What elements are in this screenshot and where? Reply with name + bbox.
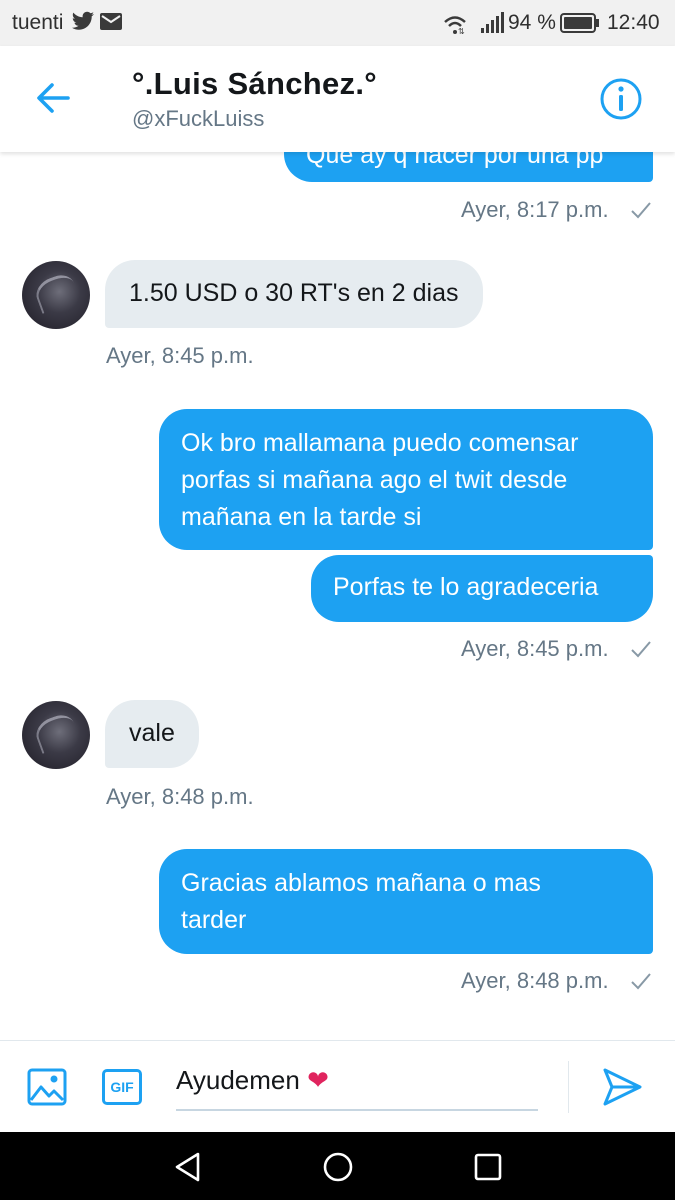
message-line: tarder: [181, 906, 247, 934]
message-timestamp: Ayer, 8:45 p.m.: [106, 343, 254, 368]
message-text: vale: [129, 719, 175, 747]
gif-icon: GIF: [110, 1079, 134, 1095]
avatar[interactable]: [22, 701, 90, 769]
info-icon: [600, 78, 642, 120]
message-line: porfas si mañana ago el twit desde: [181, 466, 568, 494]
gif-button[interactable]: GIF: [102, 1069, 142, 1105]
back-arrow-icon: [37, 83, 70, 113]
message-line: Ok bro mallamana puedo comensar: [181, 429, 579, 457]
nav-home-icon[interactable]: [320, 1149, 356, 1185]
message-line: Gracias ablamos mañana o mas: [181, 869, 541, 897]
message-text: Que ay q hacer por una pp: [306, 152, 604, 169]
carrier-label: tuenti: [12, 11, 64, 34]
message-bubble-incoming[interactable]: vale: [105, 700, 199, 768]
check-icon: [631, 202, 651, 219]
message-input[interactable]: Ayudemen ❤: [176, 1065, 538, 1111]
info-button[interactable]: [598, 76, 644, 122]
message-input-value: Ayudemen: [176, 1065, 300, 1095]
message-text: Porfas te lo agradeceria: [333, 573, 599, 601]
send-button[interactable]: [600, 1065, 644, 1109]
nav-back-icon[interactable]: [170, 1149, 206, 1185]
message-bubble-outgoing[interactable]: Gracias ablamos mañana o mas tarder: [159, 849, 653, 954]
nav-recents-icon[interactable]: [470, 1149, 506, 1185]
conversation-title: °.Luis Sánchez.°: [132, 66, 377, 101]
message-timestamp: Ayer, 8:48 p.m.: [461, 968, 609, 993]
message-bubble-incoming[interactable]: 1.50 USD o 30 RT's en 2 dias: [105, 260, 483, 328]
check-icon: [631, 973, 651, 990]
avatar[interactable]: [22, 261, 90, 329]
message-timestamp: Ayer, 8:17 p.m.: [461, 197, 609, 222]
back-button[interactable]: [30, 76, 78, 120]
conversation-header: °.Luis Sánchez.° @xFuckLuiss: [0, 46, 675, 152]
message-bubble-outgoing[interactable]: Porfas te lo agradeceria: [311, 555, 653, 622]
clock: 12:40: [607, 11, 660, 34]
svg-text:⇅: ⇅: [458, 27, 465, 34]
conversation-handle: @xFuckLuiss: [132, 106, 265, 131]
dm-conversation-screen: tuenti ⇅ 94 % 12:40 °.Luis Sánchez.° @xF…: [0, 0, 675, 1200]
image-icon: [27, 1068, 67, 1106]
compose-divider: [568, 1061, 569, 1113]
message-list[interactable]: Que ay q hacer por una pp Ayer, 8:17 p.m…: [0, 152, 675, 1040]
message-timestamp: Ayer, 8:45 p.m.: [461, 636, 609, 661]
battery-icon: [560, 13, 599, 33]
battery-percent: 94 %: [508, 11, 556, 34]
system-nav-bar: [0, 1132, 675, 1200]
send-icon: [603, 1068, 642, 1106]
status-bar: tuenti ⇅ 94 % 12:40: [0, 0, 675, 46]
message-bubble-outgoing[interactable]: Que ay q hacer por una pp: [284, 152, 653, 182]
message-timestamp: Ayer, 8:48 p.m.: [106, 784, 254, 809]
add-photo-button[interactable]: [27, 1067, 67, 1107]
twitter-bird-icon: [72, 11, 94, 30]
message-line: mañana en la tarde si: [181, 503, 422, 531]
heart-emoji: ❤: [307, 1065, 329, 1095]
check-icon: [631, 641, 651, 658]
message-text: 1.50 USD o 30 RT's en 2 dias: [129, 279, 459, 307]
wifi-icon: ⇅: [444, 16, 466, 34]
signal-icon: [481, 12, 504, 33]
compose-bar: GIF Ayudemen ❤: [0, 1040, 675, 1132]
message-bubble-outgoing[interactable]: Ok bro mallamana puedo comensar porfas s…: [159, 409, 653, 550]
email-icon: [100, 13, 122, 30]
